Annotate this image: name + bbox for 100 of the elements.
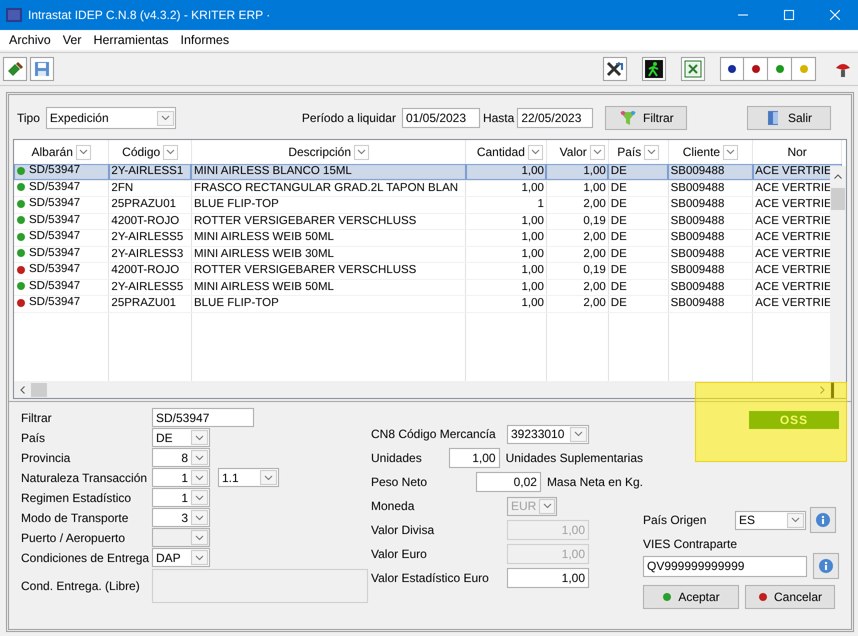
column-header[interactable]: Valor [560,143,587,161]
close-icon[interactable] [830,10,840,20]
table-cell: SB009488 [670,231,724,244]
table-cell: ROTTER VERSIGEBARER VERSCHLUSS [194,264,416,276]
dropdown[interactable]: 1 [152,488,210,507]
scrollbar-thumb[interactable] [831,188,845,210]
date-field[interactable]: 22/05/2023 [517,108,594,128]
tool-button[interactable] [603,57,627,81]
table-cell: SB009488 [670,248,724,260]
color-filter-button[interactable] [792,57,816,81]
table-cell: 2,00 [583,248,606,260]
dropdown[interactable]: 39233010 [507,424,589,444]
dropdown[interactable]: 1 [152,468,210,487]
info-button[interactable] [813,553,839,579]
caret-icon [195,454,204,460]
dialog-button[interactable]: Cancelar [745,585,835,609]
dropdown[interactable]: 3 [152,508,210,527]
dialog-button[interactable]: Aceptar [643,585,739,609]
dropdown[interactable]: 8 [152,448,210,467]
field-label: Naturaleza Transacción [21,470,148,486]
date-field[interactable]: 01/05/2023 [402,108,480,128]
filter-dropdown[interactable] [590,144,605,160]
filter-dropdown[interactable] [528,144,543,160]
column-header[interactable]: Cliente [682,143,720,161]
table-cell: 2,00 [583,231,606,244]
menu-item[interactable]: Ver [56,30,88,50]
table-cell: DE [610,214,627,227]
field-label: Cond. Entrega. (Libre) [21,578,141,595]
table-cell: 1,00 [583,165,606,178]
table-cell: BLUE FLIP-TOP [194,297,279,310]
table-cell: 4200T-ROJO [111,264,180,276]
dropdown[interactable]: ES [735,510,806,530]
caret-icon [195,494,204,500]
field-label: VIES Contraparte [643,536,738,553]
menu-item[interactable]: Herramientas [87,30,174,50]
dropdown[interactable]: 1.1 [218,468,279,487]
color-filter-button[interactable] [720,57,744,81]
number-field[interactable]: 0,02 [476,472,541,492]
field-label: Valor Euro [371,546,428,563]
table-cell: 2,00 [583,280,606,293]
field-label: Moneda [371,498,416,515]
table-cell: ACE VERTRIE [755,198,832,210]
window-title: Intrastat IDEP C.N.8 (v4.3.2) - KRITER ERP · [28,7,272,24]
spreadsheet-button[interactable] [681,57,705,81]
table-cell: 1,00 [521,280,544,293]
filter-dropdown[interactable] [644,144,660,160]
dropdown[interactable]: DAP [152,548,210,567]
menu-item[interactable]: Archivo [3,30,57,50]
filter-dropdown[interactable] [76,144,91,160]
caret-icon [195,434,204,440]
caret-icon [264,474,273,480]
field-label: Modo de Transporte [21,510,130,526]
exit-button[interactable] [642,57,666,81]
scroll-up-icon[interactable] [834,174,842,179]
menu-item[interactable]: Informes [174,30,236,50]
scroll-right-icon[interactable] [820,386,825,394]
field-label: Regimen Estadístico [21,490,132,506]
maximize-icon[interactable] [784,10,794,20]
filter-dropdown[interactable] [723,144,738,160]
field-label: Peso Neto [371,474,428,491]
field-label: Provincia [21,450,72,466]
table-cell: 0,19 [583,264,606,276]
type-dropdown[interactable]: Expedición [46,107,176,129]
color-filter-button[interactable] [744,57,768,81]
table-cell: DE [610,297,627,310]
text-field[interactable]: QV999999999999 [643,556,807,576]
table-cell: SB009488 [670,214,724,227]
column-header[interactable]: Nor [787,143,807,161]
info-button[interactable] [810,507,836,533]
number-field[interactable]: 1,00 [449,448,500,468]
table-cell: 1,00 [521,264,544,276]
column-header[interactable]: Código [122,143,160,161]
table-cell: SD/53947 [29,296,80,309]
table-cell: BLUE FLIP-TOP [194,198,279,210]
tools-button[interactable] [3,57,27,81]
table-cell: SD/53947 [29,197,80,210]
color-filter-button[interactable] [768,57,792,81]
scroll-left-icon[interactable] [20,386,25,394]
filter-dropdown[interactable] [354,144,370,160]
text-field[interactable]: SD/53947 [152,408,254,427]
field-note: Masa Neta en Kg. [546,474,643,491]
dropdown[interactable]: DE [152,428,210,447]
exit-button[interactable]: Salir [747,106,831,130]
column-header[interactable]: Cantidad [476,143,525,161]
filter-dropdown[interactable] [163,144,178,160]
table-cell: DE [610,198,627,210]
table-cell: SD/53947 [29,246,80,260]
column-header[interactable]: País [617,143,642,161]
column-header[interactable]: Descripción [288,143,352,161]
number-field[interactable]: 1,00 [507,568,589,588]
save-button[interactable] [30,57,54,81]
caret-icon [791,517,800,523]
field-label: CN8 Código Mercancía [371,426,497,443]
caret-icon [530,149,540,155]
column-header[interactable]: Albarán [32,143,73,161]
table-cell: SB009488 [670,264,724,276]
table-cell: SD/53947 [29,230,80,243]
filter-button[interactable]: Filtrar [605,106,688,130]
scrollbar-thumb[interactable] [31,382,47,396]
table-cell: 1,00 [521,165,544,178]
